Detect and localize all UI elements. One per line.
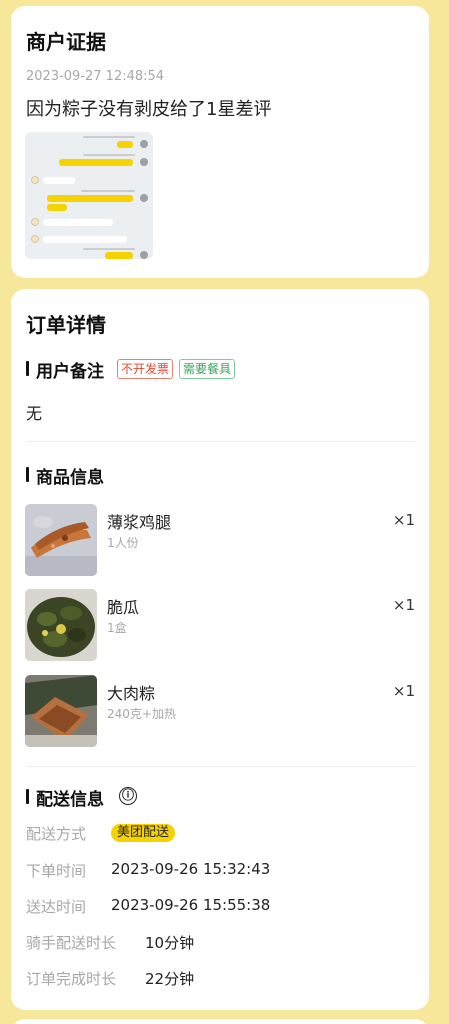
info-icon[interactable]: ⓘ [119,787,137,805]
product-item: 大肉粽 240克+加热 ×1 [25,675,415,747]
chat-screenshot-icon[interactable] [25,132,153,259]
remark-section-title: 用户备注 [26,357,104,382]
product-item: 脆瓜 1盒 ×1 [25,589,415,661]
product-name: 脆瓜 [107,598,140,617]
need-utensils-tag: 需要餐具 [179,359,236,379]
divider [26,441,415,442]
product-spec: 1盒 [107,621,127,635]
rider-duration-label: 骑手配送时长 [26,934,117,952]
product-qty: ×1 [392,596,415,614]
merchant-evidence-card: 商户证据 2023-09-27 12:48:54 因为粽子没有剥皮给了1星差评 [11,6,429,278]
no-invoice-tag: 不开发票 [117,359,174,379]
product-item: 薄浆鸡腿 1人份 ×1 [25,504,415,576]
evidence-timestamp: 2023-09-27 12:48:54 [26,69,165,84]
next-card [11,1019,429,1024]
chicken-leg-photo [25,504,97,576]
pickled-cucumber-photo [25,589,97,661]
rider-duration-value: 10分钟 [145,934,195,952]
product-spec: 1人份 [107,536,139,550]
delivery-method-label: 配送方式 [26,825,87,843]
zongzi-photo [25,675,97,747]
divider [26,766,415,767]
product-qty: ×1 [392,511,415,529]
delivered-time-label: 送达时间 [26,898,87,916]
order-time-value: 2023-09-26 15:32:43 [111,860,271,878]
delivery-section-title: 配送信息 [26,785,104,810]
order-title: 订单详情 [26,313,106,337]
order-details-card: 订单详情 用户备注 不开发票 需要餐具 无 商品信息 薄浆鸡腿 1人份 ×1 脆… [11,289,429,1010]
product-spec: 240克+加热 [107,707,176,721]
delivered-time-value: 2023-09-26 15:55:38 [111,896,271,914]
evidence-text: 因为粽子没有剥皮给了1星差评 [26,99,272,120]
completion-duration-value: 22分钟 [145,970,195,988]
evidence-title: 商户证据 [26,30,106,54]
product-name: 薄浆鸡腿 [107,513,172,532]
completion-duration-label: 订单完成时长 [26,970,117,988]
products-section-title: 商品信息 [26,463,104,488]
product-name: 大肉粽 [107,684,156,703]
remark-value: 无 [26,404,43,423]
product-qty: ×1 [392,682,415,700]
delivery-method-badge: 美团配送 [111,824,176,842]
order-time-label: 下单时间 [26,862,87,880]
